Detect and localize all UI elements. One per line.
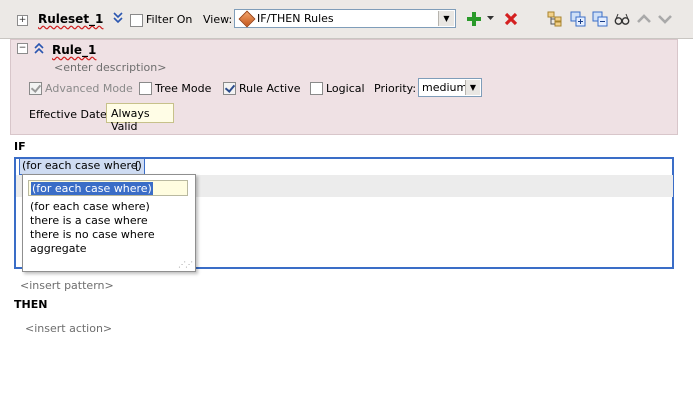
view-select[interactable]: IF/THEN Rules ▼ [234,9,456,28]
view-select-value: IF/THEN Rules [257,12,334,25]
tree-icon[interactable] [547,11,563,27]
popup-option-there-is-no[interactable]: there is no case where [30,228,155,241]
chevron-down-icon[interactable]: ▼ [438,11,454,26]
filter-on-checkbox[interactable] [130,14,143,27]
move-down-icon[interactable] [657,11,673,27]
rule-name[interactable]: Rule_1 [52,43,96,57]
insert-action-link[interactable]: <insert action> [25,322,112,335]
popup-option-aggregate[interactable]: aggregate [30,242,87,255]
filter-on-label: Filter On [146,13,193,26]
resize-grip-icon[interactable]: ⋰⋰ [178,260,193,269]
expand-all-icon[interactable] [570,11,586,27]
priority-select[interactable]: medium ▼ [418,78,482,97]
advanced-mode-checkbox[interactable] [29,82,42,95]
glasses-icon[interactable] [614,11,630,27]
rule-active-label: Rule Active [239,82,301,95]
insert-pattern-link[interactable]: <insert pattern> [20,279,114,292]
add-icon[interactable] [466,11,482,27]
ruleset-name[interactable]: Ruleset_1 [38,12,103,26]
delete-icon[interactable] [503,11,519,27]
rule-collapse-chevron-icon[interactable] [34,43,44,54]
rule-diamond-icon [238,10,256,28]
move-up-icon[interactable] [636,11,652,27]
for-each-token[interactable]: (for each case where) [19,158,145,175]
collapse-all-icon[interactable] [592,11,608,27]
add-menu-chevron-icon[interactable] [487,16,495,22]
priority-label: Priority: [374,82,417,95]
collapse-chevron-icon[interactable] [113,12,123,24]
effective-date-field[interactable]: Always Valid [106,103,174,133]
popup-search-input[interactable]: (for each case where) [28,180,188,196]
rule-active-checkbox[interactable] [223,82,236,95]
effective-date-label: Effective Date: [29,108,111,121]
quantifier-dropdown-popup: (for each case where) (for each case whe… [22,174,196,272]
rule-description-placeholder[interactable]: <enter description> [54,61,166,74]
rule-collapse-icon[interactable]: − [17,43,28,54]
chevron-down-icon[interactable]: ▼ [465,80,480,95]
tree-mode-checkbox[interactable] [139,82,152,95]
popup-option-there-is[interactable]: there is a case where [30,214,148,227]
logical-checkbox[interactable] [310,82,323,95]
popup-input-selected-text: (for each case where) [31,182,153,195]
tree-mode-label: Tree Mode [155,82,212,95]
priority-select-value: medium [422,81,468,94]
then-heading: THEN [14,298,48,311]
advanced-mode-label: Advanced Mode [45,82,133,95]
logical-label: Logical [326,82,365,95]
open-brace: { [133,159,140,172]
ruleset-expand-icon[interactable]: + [17,15,28,26]
view-label: View: [203,13,233,26]
if-heading: IF [14,140,26,153]
popup-option-for-each[interactable]: (for each case where) [30,200,150,213]
